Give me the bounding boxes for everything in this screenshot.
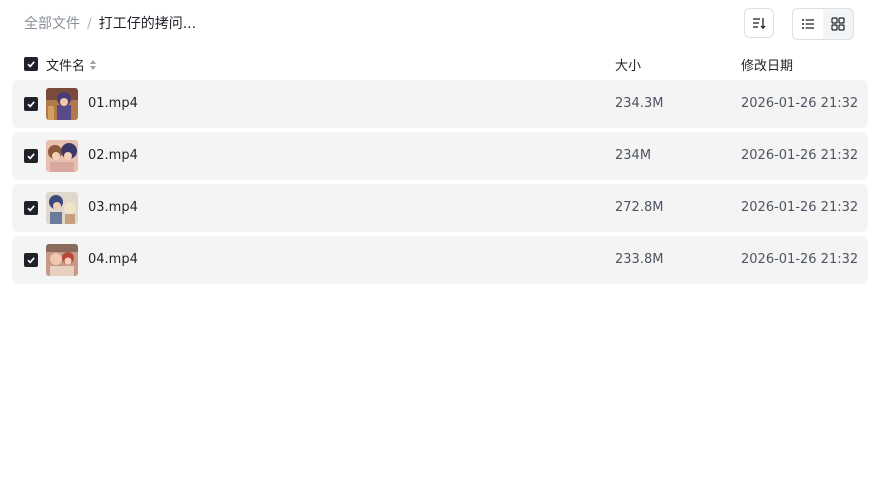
file-name[interactable]: 02.mp4 [88, 148, 138, 163]
modified-column-header[interactable]: 修改日期 [741, 55, 793, 74]
file-name[interactable]: 01.mp4 [88, 96, 138, 111]
table-header: 文件名 大小 修改日期 [12, 52, 868, 76]
name-column-label: 文件名 [46, 59, 86, 74]
row-checkbox[interactable] [24, 253, 38, 267]
sort-icon [753, 18, 766, 30]
file-size: 233.8M [615, 252, 664, 267]
breadcrumb-separator: / [87, 16, 92, 32]
grid-view-button[interactable] [823, 9, 853, 39]
breadcrumb: 全部文件 / 打工仔的拷问... [24, 14, 196, 34]
check-icon [27, 101, 35, 108]
video-thumbnail [46, 140, 78, 172]
list-view-button[interactable] [793, 9, 823, 39]
table-row[interactable]: 04.mp4 233.8M 2026-01-26 21:32 [12, 236, 868, 284]
video-thumbnail [46, 192, 78, 224]
sort-button[interactable] [744, 8, 774, 38]
file-modified-date: 2026-01-26 21:32 [741, 200, 859, 215]
table-row[interactable]: 03.mp4 272.8M 2026-01-26 21:32 [12, 184, 868, 232]
table-row[interactable]: 01.mp4 234.3M 2026-01-26 21:32 [12, 80, 868, 128]
file-list: 01.mp4 234.3M 2026-01-26 21:32 02.mp4 23… [12, 80, 868, 288]
view-mode-toggle [792, 8, 854, 40]
file-name[interactable]: 03.mp4 [88, 200, 138, 215]
check-icon [27, 205, 35, 212]
file-name[interactable]: 04.mp4 [88, 252, 138, 267]
list-view-icon [802, 19, 814, 29]
table-row[interactable]: 02.mp4 234M 2026-01-26 21:32 [12, 132, 868, 180]
file-modified-date: 2026-01-26 21:32 [741, 96, 859, 111]
check-icon [27, 153, 35, 160]
breadcrumb-current-folder: 打工仔的拷问... [98, 16, 197, 32]
file-size: 234.3M [615, 96, 664, 111]
size-column-header[interactable]: 大小 [615, 55, 641, 74]
name-column-header[interactable]: 文件名 [46, 55, 97, 74]
row-checkbox[interactable] [24, 149, 38, 163]
file-size: 234M [615, 148, 652, 163]
sort-toggle-icon [90, 59, 97, 70]
file-modified-date: 2026-01-26 21:32 [741, 148, 859, 163]
check-icon [27, 61, 35, 68]
select-all-checkbox[interactable] [24, 57, 38, 71]
top-bar: 全部文件 / 打工仔的拷问... [0, 0, 878, 48]
breadcrumb-root-link[interactable]: 全部文件 [24, 14, 80, 34]
video-thumbnail [46, 88, 78, 120]
file-modified-date: 2026-01-26 21:32 [741, 252, 859, 267]
file-size: 272.8M [615, 200, 664, 215]
video-thumbnail [46, 244, 78, 276]
check-icon [27, 257, 35, 264]
grid-view-icon [831, 17, 845, 31]
row-checkbox[interactable] [24, 97, 38, 111]
row-checkbox[interactable] [24, 201, 38, 215]
